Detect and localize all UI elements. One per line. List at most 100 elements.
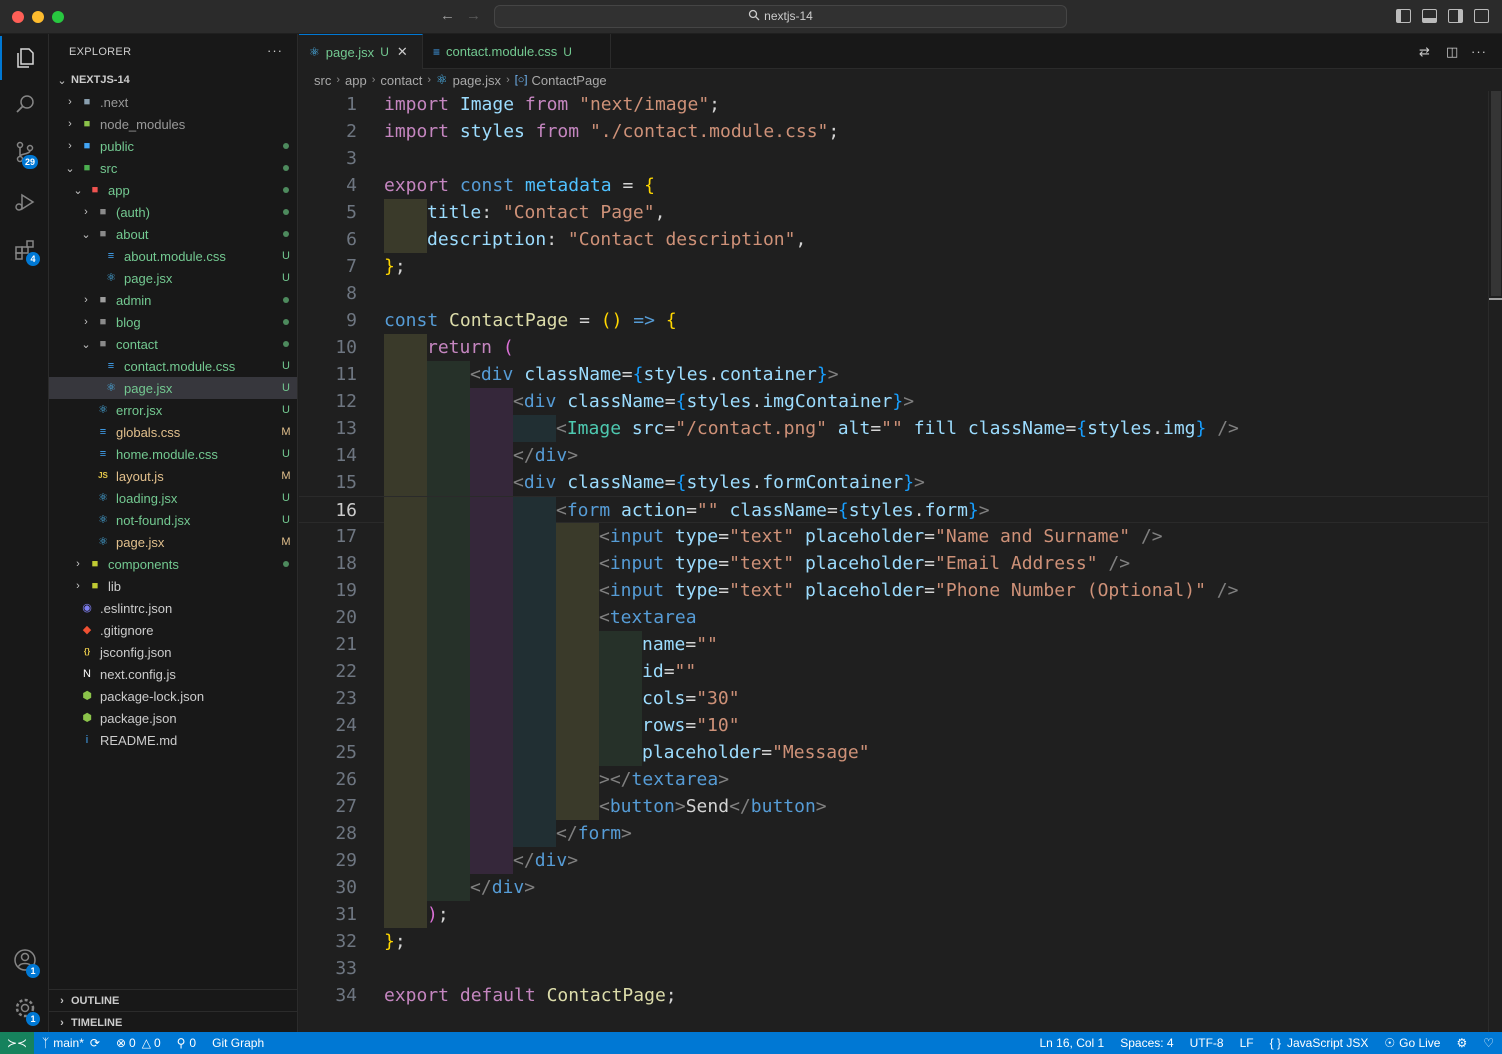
tree-folder[interactable]: › ■ lib — [49, 575, 297, 597]
toggle-panel-icon[interactable] — [1422, 9, 1437, 23]
tree-file[interactable]: ≡ contact.module.css U — [49, 355, 297, 377]
breadcrumb-item[interactable]: app — [345, 73, 367, 88]
tree-folder[interactable]: ⌄ ■ src — [49, 157, 297, 179]
tree-file[interactable]: i README.md — [49, 729, 297, 751]
open-changes-icon[interactable]: ⇄ — [1419, 44, 1430, 60]
breadcrumb-item[interactable]: src — [314, 73, 331, 88]
code-line[interactable]: 28 </form> — [299, 820, 1489, 847]
explorer-view-button[interactable] — [0, 36, 49, 80]
tab-page-jsx[interactable]: ⚛ page.jsx U ✕ — [299, 34, 423, 69]
code-line[interactable]: 27 <button>Send</button> — [299, 793, 1489, 820]
code-line[interactable]: 15 <div className={styles.formContainer}> — [299, 469, 1489, 496]
code-line[interactable]: 13 <Image src="/contact.png" alt="" fill … — [299, 415, 1489, 442]
tree-folder[interactable]: › ■ node_modules — [49, 113, 297, 135]
code-line[interactable]: 14 </div> — [299, 442, 1489, 469]
tree-file[interactable]: ⚛ page.jsx U — [49, 267, 297, 289]
editor-scrollbar[interactable] — [1488, 91, 1502, 1032]
code-line[interactable]: 2 import styles from "./contact.module.cs… — [299, 118, 1489, 145]
code-line[interactable]: 3 — [299, 145, 1489, 172]
tree-file[interactable]: ⚛ page.jsx U — [49, 377, 297, 399]
cursor-position[interactable]: Ln 16, Col 1 — [1040, 1036, 1105, 1050]
tree-file[interactable]: ◉ .eslintrc.json — [49, 597, 297, 619]
code-line[interactable]: 9 const ContactPage = () => { — [299, 307, 1489, 334]
tree-folder[interactable]: ⌄ ■ contact — [49, 333, 297, 355]
tree-folder[interactable]: › ■ components — [49, 553, 297, 575]
workspace-root[interactable]: ⌄ NEXTJS-14 — [49, 69, 297, 91]
code-line[interactable]: 10 return ( — [299, 334, 1489, 361]
tree-folder[interactable]: ⌄ ■ about — [49, 223, 297, 245]
extensions-view-button[interactable]: 4 — [0, 228, 49, 272]
indentation[interactable]: Spaces: 4 — [1120, 1036, 1173, 1050]
manage-button[interactable]: 1 — [0, 986, 49, 1030]
code-line[interactable]: 23 cols="30" — [299, 685, 1489, 712]
tree-file[interactable]: ⬢ package.json — [49, 707, 297, 729]
code-line[interactable]: 11 <div className={styles.container}> — [299, 361, 1489, 388]
run-debug-view-button[interactable] — [0, 180, 49, 224]
tree-file[interactable]: ≡ about.module.css U — [49, 245, 297, 267]
tree-file[interactable]: {} jsconfig.json — [49, 641, 297, 663]
tree-file[interactable]: ⚛ loading.jsx U — [49, 487, 297, 509]
tree-file[interactable]: JS layout.js M — [49, 465, 297, 487]
window-maximize-button[interactable] — [52, 11, 64, 23]
more-actions-icon[interactable]: ··· — [1471, 44, 1487, 59]
copilot-button[interactable]: ⚙ — [1456, 1036, 1467, 1050]
go-live-button[interactable]: ☉ Go Live — [1384, 1036, 1440, 1050]
tree-file[interactable]: ⚛ not-found.jsx U — [49, 509, 297, 531]
language-mode[interactable]: { } JavaScript JSX — [1270, 1036, 1369, 1050]
scroll-thumb[interactable] — [1491, 91, 1501, 296]
code-line[interactable]: 29 </div> — [299, 847, 1489, 874]
code-line[interactable]: 18 <input type="text" placeholder="Email … — [299, 550, 1489, 577]
code-line[interactable]: 17 <input type="text" placeholder="Name a… — [299, 523, 1489, 550]
code-line[interactable]: 20 <textarea — [299, 604, 1489, 631]
code-line[interactable]: 21 name="" — [299, 631, 1489, 658]
code-line[interactable]: 19 <input type="text" placeholder="Phone … — [299, 577, 1489, 604]
tree-folder[interactable]: › ■ .next — [49, 91, 297, 113]
code-line[interactable]: 7}; — [299, 253, 1489, 280]
tree-folder[interactable]: › ■ (auth) — [49, 201, 297, 223]
close-icon[interactable]: ✕ — [397, 44, 408, 60]
code-line[interactable]: 16 <form action="" className={styles.form… — [299, 496, 1489, 524]
breadcrumb-item[interactable]: contact — [380, 73, 422, 88]
code-line[interactable]: 33 — [299, 955, 1489, 982]
encoding[interactable]: UTF-8 — [1190, 1036, 1224, 1050]
tree-file[interactable]: ≡ home.module.css U — [49, 443, 297, 465]
back-arrow-icon[interactable]: ← — [440, 7, 455, 24]
code-line[interactable]: 1 import Image from "next/image"; — [299, 91, 1489, 118]
tree-folder[interactable]: › ■ public — [49, 135, 297, 157]
tree-file[interactable]: ⚛ error.jsx U — [49, 399, 297, 421]
tree-folder[interactable]: › ■ blog — [49, 311, 297, 333]
code-line[interactable]: 8 — [299, 280, 1489, 307]
tree-file[interactable]: Nnext.config.js — [49, 663, 297, 685]
code-line[interactable]: 34 export default ContactPage; — [299, 982, 1489, 1009]
branch-indicator[interactable]: ᛉ main* ⟳ — [42, 1036, 100, 1050]
accounts-button[interactable]: 1 — [0, 938, 49, 982]
code-line[interactable]: 4 export const metadata = { — [299, 172, 1489, 199]
code-line[interactable]: 22 id="" — [299, 658, 1489, 685]
problems-indicator[interactable]: ⊗ 0 △ 0 — [116, 1036, 161, 1050]
timeline-section[interactable]: › TIMELINE — [49, 1011, 297, 1033]
window-minimize-button[interactable] — [32, 11, 44, 23]
more-actions-icon[interactable]: ··· — [267, 43, 283, 58]
outline-section[interactable]: › OUTLINE — [49, 989, 297, 1011]
notifications-button[interactable]: ♡ — [1483, 1036, 1494, 1050]
source-control-view-button[interactable]: 29 — [0, 130, 49, 174]
toggle-primary-sidebar-icon[interactable] — [1396, 9, 1411, 23]
tree-file[interactable]: ⚛ page.jsx M — [49, 531, 297, 553]
git-graph-button[interactable]: Git Graph — [212, 1036, 264, 1050]
tree-file[interactable]: ◆ .gitignore — [49, 619, 297, 641]
search-view-button[interactable] — [0, 82, 49, 126]
tree-folder[interactable]: ⌄ ■ app — [49, 179, 297, 201]
breadcrumb-item[interactable]: page.jsx — [453, 73, 501, 88]
code-line[interactable]: 30 </div> — [299, 874, 1489, 901]
code-line[interactable]: 12 <div className={styles.imgContainer}> — [299, 388, 1489, 415]
window-close-button[interactable] — [12, 11, 24, 23]
tree-file[interactable]: ⬢ package-lock.json — [49, 685, 297, 707]
command-center-search[interactable]: nextjs-14 — [494, 5, 1067, 28]
forward-arrow-icon[interactable]: → — [466, 7, 481, 24]
tree-file[interactable]: ≡ globals.css M — [49, 421, 297, 443]
code-editor[interactable]: 1 import Image from "next/image"; 2 import … — [299, 91, 1502, 1032]
remote-indicator[interactable]: ≻≺ — [0, 1032, 34, 1054]
split-editor-icon[interactable]: ◫ — [1446, 44, 1458, 60]
customize-layout-icon[interactable] — [1474, 9, 1489, 23]
code-line[interactable]: 32}; — [299, 928, 1489, 955]
